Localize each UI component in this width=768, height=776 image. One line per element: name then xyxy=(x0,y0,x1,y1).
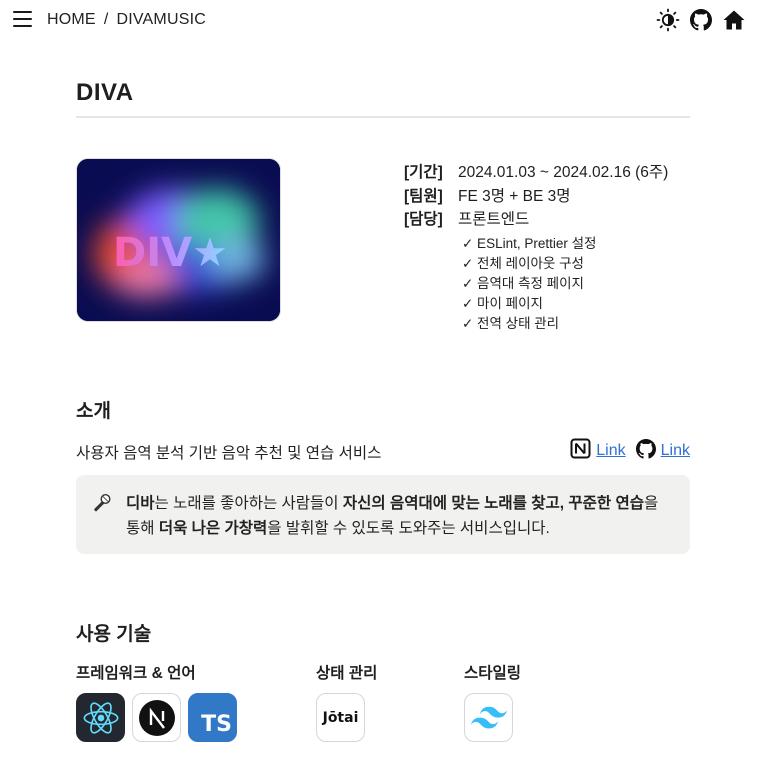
intro-heading: 소개 xyxy=(76,401,111,422)
team-value: FE 3명 + BE 3명 xyxy=(458,187,571,205)
framework-label: 프레임워크 & 언어 xyxy=(76,665,196,682)
project-thumbnail: DIV★ xyxy=(76,158,281,322)
notion-icon xyxy=(570,438,591,464)
home-icon[interactable] xyxy=(722,8,746,32)
nextjs-icon xyxy=(132,693,181,742)
menu-icon[interactable] xyxy=(13,11,33,29)
notion-link[interactable]: Link xyxy=(596,442,625,460)
top-bar: HOME / DIVAMUSIC xyxy=(0,0,768,40)
callout-text: 디바는 노래를 좋아하는 사람들이 자신의 음역대에 맞는 노래를 찾고, 꾸준… xyxy=(126,495,659,537)
breadcrumb: HOME / DIVAMUSIC xyxy=(47,11,206,29)
breadcrumb-separator: / xyxy=(103,11,109,28)
microphone-icon xyxy=(92,493,112,518)
project-info: [기간] 2024.01.03 ~ 2024.02.16 (6주) [팀원] FE … xyxy=(404,160,668,332)
page-title: DIVA xyxy=(76,79,134,106)
task-item: ✓ 전체 레이아웃 구성 xyxy=(462,255,584,271)
jotai-icon: Jōtai xyxy=(316,693,365,742)
thumbnail-logo-text: DIV★ xyxy=(113,230,228,276)
period-value: 2024.01.03 ~ 2024.02.16 (6주) xyxy=(458,164,669,181)
role-label: [담당] xyxy=(404,211,443,228)
task-list: ✓ ESLint, Prettier 설정 ✓ 전체 레이아웃 구성 ✓ 음역대… xyxy=(462,232,668,332)
task-item: ✓ 전역 상태 관리 xyxy=(462,315,560,331)
github-icon xyxy=(635,438,656,464)
state-management-label: 상태 관리 xyxy=(316,665,378,682)
github-icon[interactable] xyxy=(689,8,713,32)
theme-toggle-icon[interactable] xyxy=(656,8,680,32)
tech-heading: 사용 기술 xyxy=(76,624,152,645)
title-divider xyxy=(76,116,690,118)
github-link[interactable]: Link xyxy=(661,442,690,460)
typescript-icon: TS xyxy=(188,693,237,742)
breadcrumb-current[interactable]: DIVAMUSIC xyxy=(116,11,206,28)
team-label: [팀원] xyxy=(404,187,443,205)
tailwind-icon xyxy=(464,693,513,742)
breadcrumb-home[interactable]: HOME xyxy=(47,11,96,28)
task-item: ✓ 마이 페이지 xyxy=(462,295,543,311)
period-label: [기간] xyxy=(404,164,443,181)
intro-callout: 디바는 노래를 좋아하는 사람들이 자신의 음역대에 맞는 노래를 찾고, 꾸준… xyxy=(76,475,690,554)
styling-label: 스타일링 xyxy=(464,665,522,682)
task-item: ✓ 음역대 측정 페이지 xyxy=(462,275,584,291)
task-item: ✓ ESLint, Prettier 설정 xyxy=(462,235,597,251)
role-value: 프론트엔드 xyxy=(458,211,530,228)
react-icon xyxy=(76,693,125,742)
intro-summary: 사용자 음역 분석 기반 음악 추천 및 연습 서비스 xyxy=(76,445,382,462)
project-links: Link Link xyxy=(570,438,690,464)
